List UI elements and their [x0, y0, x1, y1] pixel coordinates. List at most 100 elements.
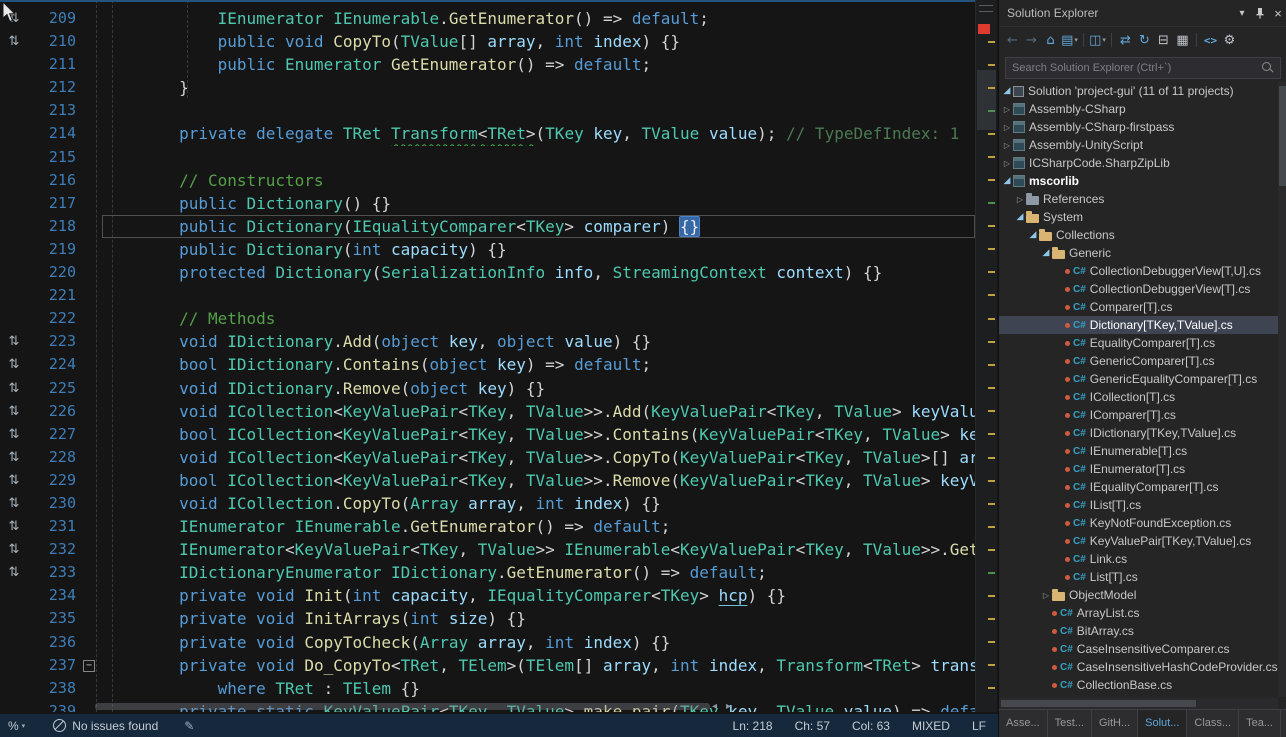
pin-icon[interactable]	[1251, 4, 1269, 22]
override-indicator-icon[interactable]: ⇅	[0, 469, 28, 492]
code-text[interactable]: // Methods	[102, 307, 975, 330]
collapsed-arrow-icon[interactable]: ▷	[1001, 159, 1013, 168]
code-line[interactable]: 212 }	[0, 76, 975, 99]
tree-item[interactable]: C#Link.cs	[999, 550, 1278, 568]
code-line[interactable]: ⇅224 bool IDictionary.Contains(object ke…	[0, 353, 975, 376]
tree-item[interactable]: C#IEnumerator[T].cs	[999, 460, 1278, 478]
refresh-icon[interactable]: ↻	[1136, 30, 1153, 50]
code-line[interactable]: 217 public Dictionary() {}	[0, 192, 975, 215]
code-editor[interactable]: ⇅ 209 IEnumerator IEnumerable.GetEnumerat…	[0, 0, 975, 712]
code-text[interactable]: IEnumerator IEnumerable.GetEnumerator() …	[102, 7, 975, 30]
tree-item[interactable]: C#BitArray.cs	[999, 622, 1278, 640]
scrollbar-thumb[interactable]	[1001, 700, 1196, 707]
line-number[interactable]: 229	[28, 469, 80, 492]
tree-item[interactable]: C#CaseInsensitiveComparer.cs	[999, 640, 1278, 658]
column-indicator[interactable]: Col: 63	[852, 719, 890, 733]
code-text[interactable]	[102, 99, 975, 122]
line-number[interactable]: 218	[28, 215, 80, 238]
code-text[interactable]	[102, 284, 975, 307]
tree-item[interactable]: C#KeyValuePair[TKey,TValue].cs	[999, 532, 1278, 550]
forward-icon[interactable]: →	[1023, 30, 1040, 50]
code-line[interactable]: 211 public Enumerator GetEnumerator() =>…	[0, 53, 975, 76]
sync-with-active-document-icon[interactable]: ⇄	[1117, 30, 1134, 50]
code-line[interactable]: 236 private void CopyToCheck(Array array…	[0, 631, 975, 654]
panel-vertical-scrollbar[interactable]	[1278, 82, 1286, 697]
code-line[interactable]: ⇅231 IEnumerator IEnumerable.GetEnumerat…	[0, 515, 975, 538]
scrollbar-split-grip[interactable]	[979, 5, 993, 12]
code-line[interactable]: ⇅227 bool ICollection<KeyValuePair<TKey,…	[0, 423, 975, 446]
panel-tab[interactable]: Class...	[1187, 710, 1239, 737]
line-number[interactable]: 217	[28, 192, 80, 215]
code-text[interactable]: private void InitArrays(int size) {}	[102, 607, 975, 630]
code-line[interactable]: 235 private void InitArrays(int size) {}	[0, 607, 975, 630]
code-line[interactable]: 222 // Methods	[0, 307, 975, 330]
override-indicator-icon[interactable]: ⇅	[0, 330, 28, 353]
tree-item[interactable]: ◢mscorlib	[999, 172, 1278, 190]
code-text[interactable]: protected Dictionary(SerializationInfo i…	[102, 261, 975, 284]
code-line[interactable]: ⇅229 bool ICollection<KeyValuePair<TKey,…	[0, 469, 975, 492]
tree-item[interactable]: C#ArrayList.cs	[999, 604, 1278, 622]
override-indicator-icon[interactable]: ⇅	[0, 353, 28, 376]
code-text[interactable]: IEnumerator<KeyValuePair<TKey, TValue>> …	[102, 538, 975, 561]
collapsed-arrow-icon[interactable]: ▷	[1001, 105, 1013, 114]
tree-item[interactable]: ◢Solution 'project-gui' (11 of 11 projec…	[999, 82, 1278, 100]
code-text[interactable]: // Constructors	[102, 169, 975, 192]
code-text[interactable]: void IDictionary.Remove(object key) {}	[102, 377, 975, 400]
code-text[interactable]: void ICollection<KeyValuePair<TKey, TVal…	[102, 446, 975, 469]
tree-item[interactable]: ◢Generic	[999, 244, 1278, 262]
tree-item[interactable]: C#Comparer[T].cs	[999, 298, 1278, 316]
tree-item[interactable]: C#GenericComparer[T].cs	[999, 352, 1278, 370]
code-line[interactable]: 216 // Constructors	[0, 169, 975, 192]
encoding-indicator[interactable]: MIXED	[912, 719, 950, 733]
char-indicator[interactable]: Ch: 57	[795, 719, 830, 733]
override-indicator-icon[interactable]: ⇅	[0, 538, 28, 561]
line-number[interactable]: 237	[28, 654, 80, 677]
code-line[interactable]: ⇅233 IDictionaryEnumerator IDictionary.G…	[0, 561, 975, 584]
tree-item[interactable]: C#List[T].cs	[999, 568, 1278, 586]
horizontal-scrollbar-thumb[interactable]	[95, 703, 710, 710]
code-text[interactable]: void ICollection<Key​ValuePair<TKey, TVa…	[102, 400, 975, 423]
code-text[interactable]: void IDictionary.Add(object key, object …	[102, 330, 975, 353]
line-number[interactable]: 211	[28, 53, 80, 76]
code-text[interactable]: private void CopyToCheck(Array array, in…	[102, 631, 975, 654]
editor-vertical-scrollbar[interactable]	[975, 0, 997, 712]
line-number[interactable]: 215	[28, 146, 80, 169]
code-line[interactable]: 218 public Dictionary(IEqualityComparer<…	[0, 215, 975, 238]
code-line[interactable]: ⇅225 void IDictionary.Remove(object key)…	[0, 377, 975, 400]
line-number[interactable]: 225	[28, 377, 80, 400]
code-text[interactable]: private delegate TRet Transform<TRet>(TK…	[102, 122, 975, 145]
tree-item[interactable]: ▷References	[999, 190, 1278, 208]
code-line[interactable]: 213	[0, 99, 975, 122]
code-line[interactable]: 237− private void Do_CopyTo<TRet, TElem>…	[0, 654, 975, 677]
search-icon[interactable]	[1262, 62, 1271, 71]
tree-item[interactable]: C#IEqualityComparer[T].cs	[999, 478, 1278, 496]
collapsed-arrow-icon[interactable]: ▷	[1001, 141, 1013, 150]
code-text[interactable]: public Dictionary(int capacity) {}	[102, 238, 975, 261]
line-indicator[interactable]: Ln: 218	[733, 719, 773, 733]
code-line[interactable]: ⇅232 IEnumerator<KeyValuePair<TKey, TVal…	[0, 538, 975, 561]
override-indicator-icon[interactable]: ⇅	[0, 377, 28, 400]
line-number[interactable]: 236	[28, 631, 80, 654]
code-text[interactable]: bool IDictionary.Contains(object key) =>…	[102, 353, 975, 376]
code-line[interactable]: 215	[0, 146, 975, 169]
scrollbar-thumb[interactable]	[1279, 86, 1286, 186]
tree-item[interactable]: ▷Assembly-CSharp	[999, 100, 1278, 118]
line-number[interactable]: 209	[28, 7, 80, 30]
tree-item[interactable]: C#CollectionBase.cs	[999, 676, 1278, 694]
tree-item[interactable]: ◢System	[999, 208, 1278, 226]
code-text[interactable]: IEnumerator IEnumerable.GetEnumerator() …	[102, 515, 975, 538]
tree-item[interactable]: C#CaseInsensitiveHashCodeProvider.cs	[999, 658, 1278, 676]
code-text[interactable]: where TRet : TElem {}	[102, 677, 975, 700]
scroll-right-icon[interactable]: ▸	[726, 700, 731, 713]
line-ending-indicator[interactable]: LF	[972, 719, 986, 733]
home-icon[interactable]: ⌂	[1042, 30, 1059, 50]
tree-item[interactable]: C#KeyNotFoundException.cs	[999, 514, 1278, 532]
code-text[interactable]: public Dictionary() {}	[102, 192, 975, 215]
override-indicator-icon[interactable]: ⇅	[0, 423, 28, 446]
tree-item[interactable]: C#GenericEqualityComparer[T].cs	[999, 370, 1278, 388]
code-text[interactable]: IDictionaryEnumerator IDictionary.GetEnu…	[102, 561, 975, 584]
code-line[interactable]: ⇅228 void ICollection<KeyValuePair<TKey,…	[0, 446, 975, 469]
issues-indicator[interactable]: No issues found	[53, 719, 158, 733]
tree-item[interactable]: ◢Collections	[999, 226, 1278, 244]
code-text[interactable]: }	[102, 76, 975, 99]
